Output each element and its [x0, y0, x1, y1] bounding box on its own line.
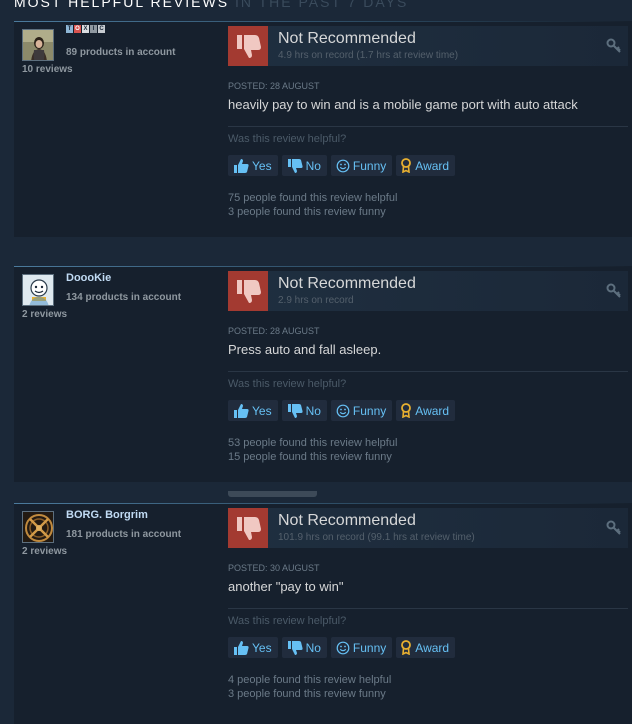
review-text: Press auto and fall asleep.: [228, 342, 382, 357]
thumbs-up-icon: [234, 158, 249, 173]
verdict-title: Not Recommended: [278, 30, 416, 47]
thumbs-up-icon: [234, 640, 249, 655]
vote-no-label: No: [305, 403, 321, 418]
section-title: Most Helpful Reviews: [14, 0, 230, 10]
helpful-count: 4 people found this review helpful: [228, 674, 392, 686]
vote-yes-button[interactable]: Yes: [228, 155, 278, 176]
award-label: Award: [415, 158, 450, 173]
smiley-icon: [336, 404, 350, 417]
review-card: DoooKie 134 products in account 2 review…: [14, 266, 632, 482]
award-button[interactable]: Award: [396, 155, 456, 176]
verdict-title: Not Recommended: [278, 512, 416, 529]
vote-funny-label: Funny: [352, 158, 387, 173]
avatar[interactable]: [22, 29, 54, 61]
funny-count: 3 people found this review funny: [228, 206, 386, 218]
posted-date: Posted: 30 August: [228, 563, 320, 573]
vote-yes-button[interactable]: Yes: [228, 400, 278, 421]
smiley-icon: [336, 641, 350, 654]
vote-yes-label: Yes: [252, 158, 272, 173]
vote-yes-button[interactable]: Yes: [228, 637, 278, 658]
divider: [228, 126, 628, 127]
review-verdict[interactable]: Not Recommended 101.9 hrs on record (99.…: [228, 508, 628, 548]
funny-count: 3 people found this review funny: [228, 688, 386, 700]
thumbs-down-icon: [287, 158, 303, 173]
card-divider: [14, 266, 632, 267]
vote-no-button[interactable]: No: [281, 637, 327, 658]
author-products[interactable]: 181 products in account: [66, 529, 181, 540]
section-header: Most Helpful Reviews in the past 7 days: [14, 0, 408, 14]
thumbs-down-icon: [228, 508, 268, 548]
review-card: T O X I C 89 products in account 10 revi…: [14, 21, 632, 237]
vote-buttons: Yes No Funny Award: [228, 155, 456, 176]
award-label: Award: [415, 403, 450, 418]
award-button[interactable]: Award: [396, 637, 456, 658]
review-stats: 75 people found this review helpful 3 pe…: [228, 191, 397, 219]
helpful-count: 53 people found this review helpful: [228, 437, 398, 449]
review-verdict[interactable]: Not Recommended 4.9 hrs on record (1.7 h…: [228, 26, 628, 66]
verdict-title: Not Recommended: [278, 275, 416, 292]
author-name[interactable]: T O X I C: [66, 25, 105, 33]
thumbs-down-icon: [287, 640, 303, 655]
award-icon: [401, 403, 412, 418]
author-review-count[interactable]: 2 reviews: [22, 546, 67, 557]
thumbs-down-icon: [228, 26, 268, 66]
card-divider: [14, 21, 632, 22]
author-products[interactable]: 134 products in account: [66, 292, 181, 303]
author-name[interactable]: DoooKie: [66, 272, 111, 284]
vote-yes-label: Yes: [252, 403, 272, 418]
funny-count: 15 people found this review funny: [228, 451, 392, 463]
thumbs-up-icon: [234, 403, 249, 418]
section-subtitle: in the past 7 days: [234, 0, 409, 10]
review-text: heavily pay to win and is a mobile game …: [228, 97, 578, 112]
helpful-count: 75 people found this review helpful: [228, 192, 398, 204]
vote-no-button[interactable]: No: [281, 155, 327, 176]
author-review-count[interactable]: 2 reviews: [22, 309, 67, 320]
vote-funny-button[interactable]: Funny: [330, 637, 393, 658]
vote-buttons: Yes No Funny Award: [228, 400, 456, 421]
vote-funny-button[interactable]: Funny: [330, 400, 393, 421]
award-button[interactable]: Award: [396, 400, 456, 421]
review-stats: 4 people found this review helpful 3 peo…: [228, 673, 391, 701]
helpful-question: Was this review helpful?: [228, 615, 347, 627]
review-stats: 53 people found this review helpful 15 p…: [228, 436, 397, 464]
posted-date: Posted: 28 August: [228, 326, 320, 336]
vote-no-button[interactable]: No: [281, 400, 327, 421]
divider: [228, 371, 628, 372]
scrollbar-thumb[interactable]: [228, 491, 317, 497]
vote-buttons: Yes No Funny Award: [228, 637, 456, 658]
avatar[interactable]: [22, 274, 54, 306]
vote-yes-label: Yes: [252, 640, 272, 655]
hours-on-record: 4.9 hrs on record (1.7 hrs at review tim…: [278, 50, 459, 61]
posted-date: Posted: 28 August: [228, 81, 320, 91]
thumbs-down-icon: [228, 271, 268, 311]
avatar[interactable]: [22, 511, 54, 543]
vote-funny-label: Funny: [352, 403, 387, 418]
award-icon: [401, 640, 412, 655]
key-icon: [606, 38, 622, 59]
divider: [228, 608, 628, 609]
author-name[interactable]: BORG. Borgrim: [66, 509, 148, 521]
vote-funny-label: Funny: [352, 640, 387, 655]
key-icon: [606, 520, 622, 541]
author-products[interactable]: 89 products in account: [66, 47, 175, 58]
review-text: another "pay to win": [228, 579, 344, 594]
author-name-logo: T O X I C: [66, 25, 105, 33]
thumbs-down-icon: [287, 403, 303, 418]
author-review-count[interactable]: 10 reviews: [22, 64, 73, 75]
review-verdict[interactable]: Not Recommended 2.9 hrs on record: [228, 271, 628, 311]
card-divider: [14, 503, 632, 504]
award-icon: [401, 158, 412, 173]
award-label: Award: [415, 640, 450, 655]
vote-funny-button[interactable]: Funny: [330, 155, 393, 176]
vote-no-label: No: [305, 640, 321, 655]
review-card: BORG. Borgrim 181 products in account 2 …: [14, 503, 632, 724]
hours-on-record: 2.9 hrs on record: [278, 295, 354, 306]
hours-on-record: 101.9 hrs on record (99.1 hrs at review …: [278, 532, 475, 543]
helpful-question: Was this review helpful?: [228, 378, 347, 390]
key-icon: [606, 283, 622, 304]
smiley-icon: [336, 159, 350, 172]
helpful-question: Was this review helpful?: [228, 133, 347, 145]
vote-no-label: No: [305, 158, 321, 173]
